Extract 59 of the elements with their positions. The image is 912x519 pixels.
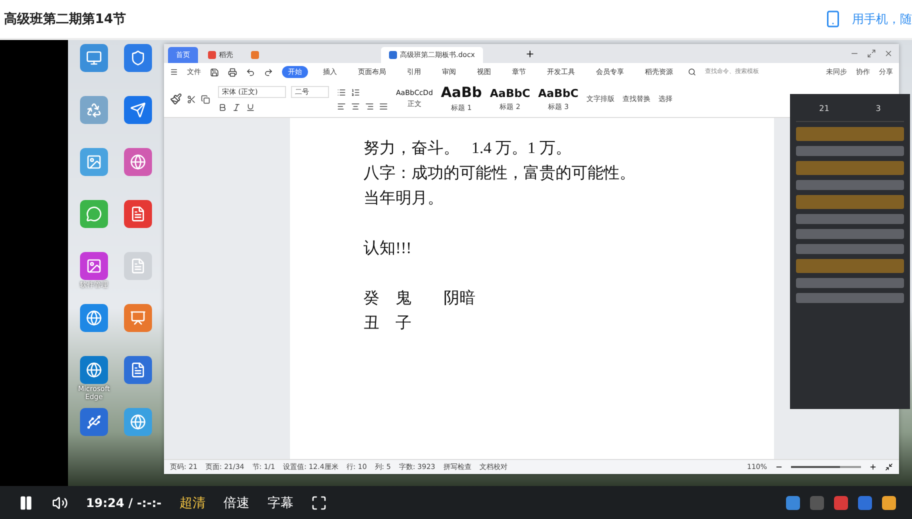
close-icon[interactable] (884, 49, 893, 58)
taskbar-app-icon[interactable] (834, 496, 848, 510)
subtitles-button[interactable]: 字幕 (267, 494, 294, 512)
maximize-icon[interactable] (867, 49, 876, 58)
menu-icon[interactable] (170, 68, 178, 76)
align-right-icon[interactable] (365, 102, 374, 110)
underline-icon[interactable] (246, 103, 255, 112)
desktop-app-icon[interactable] (124, 148, 152, 176)
desktop-app-icon[interactable] (80, 96, 108, 124)
document-text: 八字：成功的可能性，富贵的可能性。 (364, 164, 636, 184)
fullscreen-button[interactable] (311, 494, 328, 510)
desktop-app-icon[interactable] (80, 252, 108, 280)
desktop-app-icon[interactable] (124, 408, 152, 436)
copy-icon[interactable] (201, 94, 210, 104)
desktop-app-icon[interactable] (124, 200, 152, 228)
numbered-list-icon[interactable] (351, 88, 360, 96)
new-tab-icon[interactable] (524, 48, 535, 58)
align-left-icon[interactable] (337, 102, 346, 110)
taskbar-app-icon[interactable] (882, 496, 896, 510)
document-text: 努力，奋斗。 1.4 万。1 万。 (364, 138, 572, 159)
desktop-app-icon[interactable] (80, 304, 108, 332)
redo-icon[interactable] (264, 68, 273, 76)
phone-icon (824, 10, 842, 28)
speed-button[interactable]: 倍速 (223, 494, 250, 512)
desktop-app-icon[interactable] (124, 44, 152, 72)
search-icon (688, 68, 696, 76)
document-text: 当年明月。 (364, 189, 444, 209)
print-icon[interactable] (228, 68, 237, 76)
stat-count: 21 (819, 104, 830, 113)
volume-button[interactable] (52, 494, 68, 510)
italic-icon[interactable] (232, 103, 241, 112)
bullet-list-icon[interactable] (337, 88, 346, 96)
taskbar-app-icon[interactable] (786, 496, 800, 510)
desktop-app-icon[interactable] (80, 200, 108, 228)
align-center-icon[interactable] (351, 102, 360, 110)
desktop-app-icon[interactable] (80, 44, 108, 72)
desktop-app-icon[interactable] (80, 356, 108, 384)
document-text: 癸 鬼 阴暗 (364, 288, 476, 309)
playback-time: 19:24 / -:-:- (86, 496, 162, 510)
save-icon[interactable] (210, 68, 219, 76)
desktop-app-icon[interactable] (124, 304, 152, 332)
justify-icon[interactable] (379, 102, 388, 110)
video-title: 高级班第二期第14节 (4, 10, 126, 28)
zoom-in-icon[interactable] (869, 463, 877, 471)
quality-button[interactable]: 超清 (179, 494, 206, 512)
taskbar-app-icon[interactable] (858, 496, 872, 510)
cut-icon[interactable] (187, 94, 196, 104)
undo-icon[interactable] (246, 68, 255, 76)
paste-icon[interactable] (170, 93, 182, 105)
desktop-app-icon[interactable] (124, 356, 152, 384)
document-text: 认知!!! (364, 239, 412, 259)
desktop-app-icon[interactable] (124, 96, 152, 124)
play-pause-button[interactable] (18, 494, 34, 510)
fit-icon[interactable] (885, 463, 893, 471)
stat-count: 3 (876, 104, 881, 113)
desktop-app-icon[interactable] (80, 408, 108, 436)
bold-icon[interactable] (218, 103, 227, 112)
document-text: 丑 子 (364, 314, 412, 334)
desktop-app-icon[interactable] (80, 148, 108, 176)
